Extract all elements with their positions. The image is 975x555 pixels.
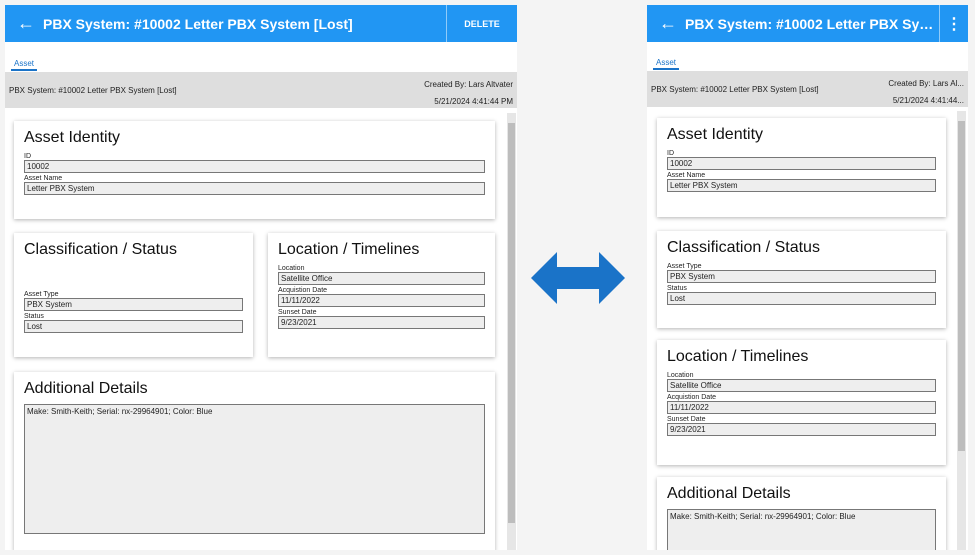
- details-textarea[interactable]: Make: Smith-Keith; Serial: nx-29964901; …: [667, 509, 936, 550]
- asset-identity-card: Asset Identity ID 10002 Asset Name Lette…: [657, 118, 946, 217]
- delete-button[interactable]: DELETE: [447, 19, 517, 29]
- location-field[interactable]: Satellite Office: [667, 379, 936, 392]
- page-title: PBX System: #10002 Letter PBX Syst...: [685, 15, 939, 32]
- location-label: Location: [667, 372, 694, 379]
- id-field[interactable]: 10002: [667, 157, 936, 170]
- location-field[interactable]: Satellite Office: [278, 272, 485, 285]
- card-title: Location / Timelines: [278, 241, 420, 258]
- card-title: Additional Details: [24, 380, 148, 397]
- double-arrow-icon: [531, 252, 625, 304]
- card-title: Classification / Status: [24, 241, 177, 258]
- desktop-view: ← PBX System: #10002 Letter PBX System […: [5, 5, 517, 550]
- asset-name-field[interactable]: Letter PBX System: [24, 182, 485, 195]
- summary-bar: PBX System: #10002 Letter PBX System [Lo…: [5, 72, 517, 108]
- status-label: Status: [24, 313, 44, 320]
- location-card: Location / Timelines Location Satellite …: [657, 340, 946, 465]
- acquisition-date-label: Acquistion Date: [278, 287, 328, 294]
- asset-name-label: Asset Name: [24, 175, 63, 182]
- status-field[interactable]: Lost: [24, 320, 243, 333]
- acquisition-date-field[interactable]: 11/11/2022: [667, 401, 936, 414]
- created-by: Created By: Lars Al...: [888, 79, 964, 88]
- acquisition-date-label: Acquistion Date: [667, 394, 717, 401]
- sunset-date-label: Sunset Date: [278, 309, 317, 316]
- created-by: Created By: Lars Altvater: [424, 80, 513, 89]
- additional-details-card: Additional Details Make: Smith-Keith; Se…: [14, 372, 495, 550]
- id-label: ID: [24, 153, 31, 160]
- tab-asset[interactable]: Asset: [653, 58, 680, 70]
- asset-type-field[interactable]: PBX System: [24, 298, 243, 311]
- acquisition-date-field[interactable]: 11/11/2022: [278, 294, 485, 307]
- summary-bar: PBX System: #10002 Letter PBX System [Lo…: [647, 71, 968, 107]
- additional-details-card: Additional Details Make: Smith-Keith; Se…: [657, 477, 946, 550]
- created-date: 5/21/2024 4:41:44...: [892, 96, 964, 105]
- id-label: ID: [667, 150, 674, 157]
- classification-card: Classification / Status Asset Type PBX S…: [14, 233, 253, 357]
- back-arrow-icon[interactable]: ←: [659, 13, 677, 34]
- scrollbar[interactable]: [507, 113, 516, 550]
- summary-name: PBX System: #10002 Letter PBX System [Lo…: [651, 85, 819, 94]
- back-arrow-icon[interactable]: ←: [17, 13, 35, 34]
- sunset-date-label: Sunset Date: [667, 416, 706, 423]
- tab-asset[interactable]: Asset: [11, 59, 38, 71]
- card-title: Location / Timelines: [667, 348, 809, 365]
- sunset-date-field[interactable]: 9/23/2021: [278, 316, 485, 329]
- asset-type-label: Asset Type: [24, 291, 59, 298]
- asset-name-label: Asset Name: [667, 172, 706, 179]
- card-title: Additional Details: [667, 485, 791, 502]
- asset-name-field[interactable]: Letter PBX System: [667, 179, 936, 192]
- card-title: Classification / Status: [667, 239, 820, 256]
- app-header: ← PBX System: #10002 Letter PBX System […: [5, 5, 517, 42]
- sunset-date-field[interactable]: 9/23/2021: [667, 423, 936, 436]
- card-title: Asset Identity: [24, 129, 121, 146]
- asset-identity-card: Asset Identity ID 10002 Asset Name Lette…: [14, 121, 495, 219]
- created-date: 5/21/2024 4:41:44 PM: [434, 97, 513, 106]
- id-field[interactable]: 10002: [24, 160, 485, 173]
- details-textarea[interactable]: Make: Smith-Keith; Serial: nx-29964901; …: [24, 404, 485, 534]
- app-header: ← PBX System: #10002 Letter PBX Syst... …: [647, 5, 968, 42]
- page-title: PBX System: #10002 Letter PBX System [Lo…: [43, 15, 353, 32]
- classification-card: Classification / Status Asset Type PBX S…: [657, 231, 946, 328]
- scrollbar[interactable]: [957, 111, 966, 550]
- more-vert-icon[interactable]: ⋮: [940, 14, 968, 34]
- summary-name: PBX System: #10002 Letter PBX System [Lo…: [9, 86, 177, 95]
- asset-type-label: Asset Type: [667, 263, 702, 270]
- asset-type-field[interactable]: PBX System: [667, 270, 936, 283]
- card-title: Asset Identity: [667, 126, 764, 143]
- status-label: Status: [667, 285, 687, 292]
- status-field[interactable]: Lost: [667, 292, 936, 305]
- location-label: Location: [278, 265, 305, 272]
- location-card: Location / Timelines Location Satellite …: [268, 233, 495, 357]
- mobile-view: ← PBX System: #10002 Letter PBX Syst... …: [647, 5, 968, 550]
